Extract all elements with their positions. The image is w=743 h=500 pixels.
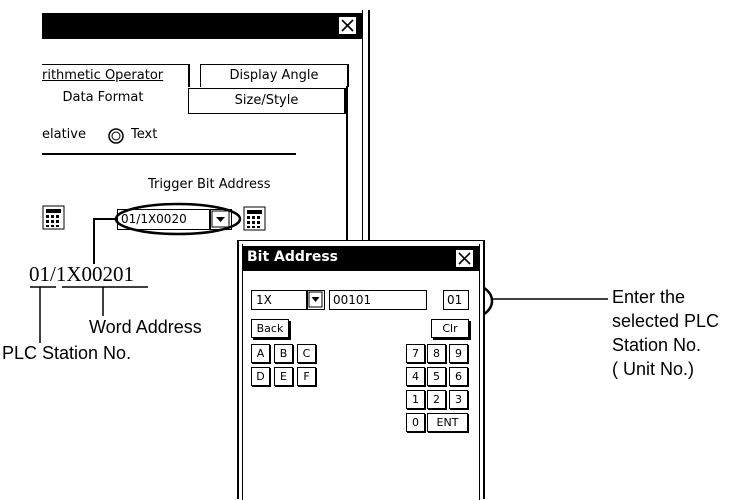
address-input[interactable]: 00101 — [329, 290, 427, 310]
station-input[interactable]: 01 — [443, 290, 469, 310]
key-5[interactable]: 5 — [427, 367, 446, 386]
back-button[interactable]: Back — [251, 319, 289, 338]
key-label: 7 — [412, 347, 419, 360]
key-label: 3 — [455, 393, 462, 406]
key-2[interactable]: 2 — [427, 390, 446, 409]
enter-note-line: Station No. — [612, 335, 702, 355]
key-ent[interactable]: ENT — [427, 413, 468, 432]
key-label: D — [256, 370, 265, 383]
bit-dialog-title: Bit Address — [247, 249, 338, 265]
plc-station-label: PLC Station No. — [2, 343, 132, 363]
key-label: ENT — [436, 416, 459, 429]
address-value: 00101 — [333, 293, 372, 307]
key-label: A — [256, 347, 265, 360]
clr-button[interactable]: Clr — [431, 319, 469, 338]
key-6[interactable]: 6 — [449, 367, 468, 386]
key-7[interactable]: 7 — [406, 344, 425, 363]
key-3[interactable]: 3 — [449, 390, 468, 409]
key-f[interactable]: F — [297, 367, 316, 386]
word-address-label: Word Address — [89, 317, 202, 337]
address-example: 01/1X00201 — [29, 262, 134, 286]
chevron-down-icon — [308, 291, 323, 308]
key-0[interactable]: 0 — [406, 413, 425, 432]
back-label: Back — [256, 322, 284, 335]
bit-dialog-titlebar: Bit Address — [243, 246, 479, 271]
key-label: 0 — [412, 416, 419, 429]
key-1[interactable]: 1 — [406, 390, 425, 409]
key-label: 2 — [433, 393, 440, 406]
highlight-ellipse-trigger — [114, 202, 242, 236]
key-label: 4 — [412, 370, 419, 383]
key-d[interactable]: D — [251, 367, 270, 386]
enter-station-note: Enter the selected PLC Station No. ( Uni… — [612, 285, 719, 381]
key-label: E — [280, 370, 287, 383]
key-4[interactable]: 4 — [406, 367, 425, 386]
station-value: 01 — [447, 293, 463, 307]
clr-label: Clr — [442, 322, 458, 335]
key-a[interactable]: A — [251, 344, 270, 363]
key-9[interactable]: 9 — [449, 344, 468, 363]
key-label: 9 — [455, 347, 462, 360]
enter-note-line: selected PLC — [612, 311, 720, 331]
key-label: C — [302, 347, 311, 360]
key-b[interactable]: B — [274, 344, 293, 363]
device-dropdown-button[interactable] — [307, 290, 325, 310]
key-label: B — [279, 347, 288, 360]
key-label: 5 — [433, 370, 440, 383]
close-icon[interactable] — [455, 249, 474, 268]
device-select-value: 1X — [256, 293, 272, 307]
key-8[interactable]: 8 — [427, 344, 446, 363]
key-label: F — [303, 370, 310, 383]
enter-note-line: ( Unit No.) — [612, 359, 695, 379]
enter-note-line: Enter the — [612, 287, 686, 307]
bit-address-dialog: Bit Address 1X 00101 01 Back Clr A B C D… — [237, 240, 485, 500]
device-select[interactable]: 1X — [251, 290, 307, 310]
key-label: 1 — [412, 393, 419, 406]
key-label: 6 — [455, 370, 462, 383]
key-c[interactable]: C — [297, 344, 316, 363]
connector-trigger — [93, 218, 117, 264]
key-label: 8 — [433, 347, 440, 360]
key-e[interactable]: E — [274, 367, 293, 386]
